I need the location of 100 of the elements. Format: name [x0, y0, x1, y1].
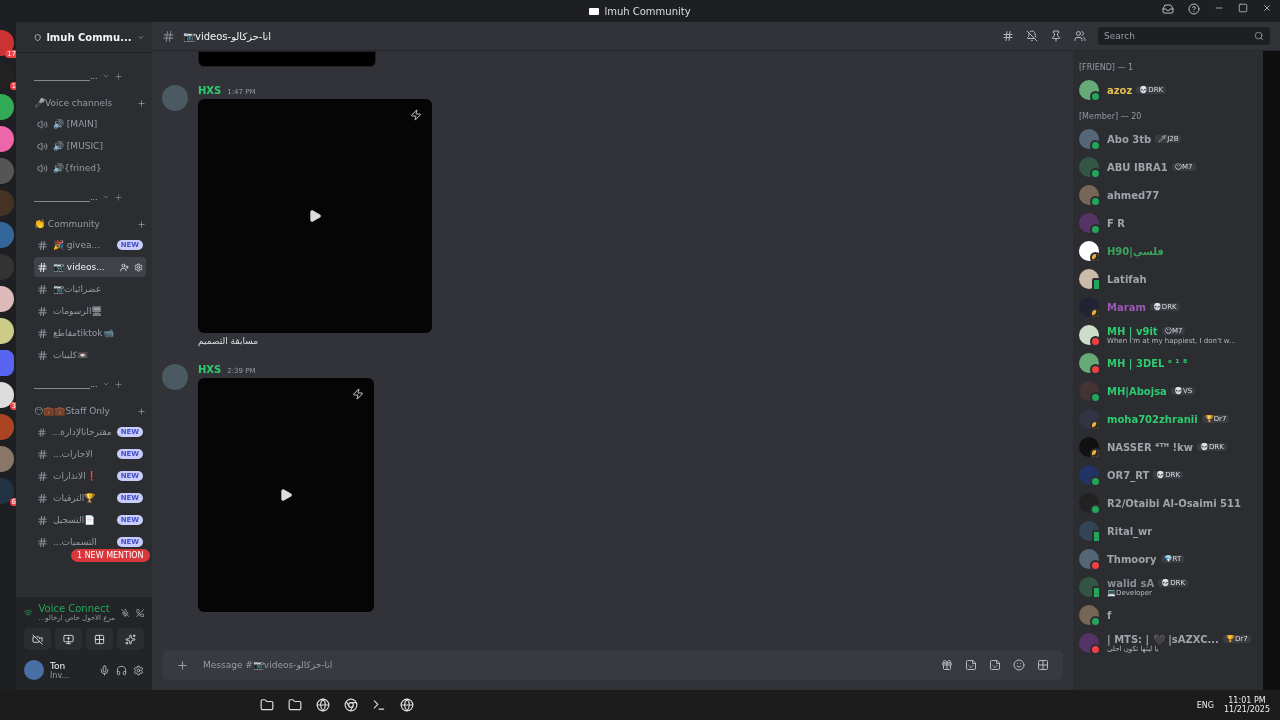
member-name[interactable]: azoz — [1107, 84, 1133, 96]
screen-share-button[interactable] — [55, 628, 82, 650]
author-name[interactable]: HXS — [198, 364, 222, 375]
folder-icon[interactable] — [260, 698, 274, 712]
member-name[interactable]: | MTS: | 🖤 |sAZXC... — [1107, 633, 1219, 645]
category-name[interactable]: 😶💼💼Staff Only — [34, 406, 134, 416]
member-name[interactable]: MH|Abojsa — [1107, 385, 1167, 397]
member-name[interactable]: H90|فلسي — [1107, 245, 1164, 257]
add-channel-icon[interactable] — [137, 98, 146, 108]
member-avatar[interactable] — [1079, 269, 1099, 289]
member-name[interactable]: walid sA — [1107, 577, 1155, 589]
search-field[interactable]: Search — [1098, 27, 1270, 45]
members-icon[interactable] — [1074, 30, 1086, 42]
member-avatar[interactable] — [1079, 297, 1099, 317]
pin-icon[interactable] — [1050, 30, 1062, 42]
speaker-icon — [37, 140, 48, 152]
camera-button[interactable] — [24, 628, 51, 650]
add-channel-icon[interactable] — [113, 379, 123, 389]
member-avatar[interactable] — [1079, 409, 1099, 429]
member-name[interactable]: R2/Otaibi Al-Osaimi 511 — [1107, 497, 1241, 509]
help-icon[interactable] — [1188, 3, 1200, 15]
message-input[interactable]: Message #📷videos-انا-حزكالو — [162, 650, 1063, 680]
channel-item[interactable]: كليبات📼 — [34, 345, 146, 365]
hash-icon — [37, 514, 48, 526]
channel-item[interactable]: 🔊 [MAIN] — [34, 114, 146, 134]
member-name[interactable]: Rital_wr — [1107, 525, 1153, 537]
member-name[interactable]: f — [1107, 609, 1112, 621]
browser-icon[interactable] — [344, 698, 358, 712]
noise-suppression-icon[interactable] — [121, 606, 130, 619]
video-thumbnail[interactable] — [198, 51, 376, 67]
add-channel-icon[interactable] — [113, 192, 123, 202]
settings-icon[interactable] — [133, 664, 144, 676]
member-name[interactable]: MH | v9it — [1107, 325, 1158, 337]
member-name[interactable]: NASSER ⁴ᵀᴴ !kw — [1107, 441, 1193, 453]
member-name[interactable]: ahmed77 — [1107, 189, 1160, 201]
terminal-icon[interactable] — [372, 698, 386, 712]
globe-icon[interactable] — [316, 698, 330, 712]
window-title: lmuh Community — [604, 5, 691, 17]
category-divider[interactable]: ______________... — [34, 71, 98, 81]
member-name[interactable]: Abo 3tb — [1107, 133, 1152, 145]
channel-item[interactable]: مقاطعtiktok📹 — [34, 323, 146, 343]
member-name[interactable]: Latifah — [1107, 273, 1147, 285]
member-avatar[interactable] — [1079, 325, 1099, 345]
apps-icon[interactable] — [1037, 659, 1049, 671]
globe-icon[interactable] — [400, 698, 414, 712]
hash-icon — [162, 29, 175, 43]
author-name[interactable]: HXS — [198, 85, 222, 96]
add-channel-icon[interactable] — [113, 71, 123, 81]
channel-item[interactable]: 🔊{frined} — [34, 158, 146, 178]
folder-icon[interactable] — [288, 698, 302, 712]
camera-off-icon — [32, 633, 43, 645]
member-name[interactable]: Thmoory — [1107, 553, 1157, 565]
member-name[interactable]: MH | 3DEL ˢ ¹ ⁸ — [1107, 357, 1188, 369]
hash-icon — [37, 448, 48, 460]
message-text: مسابقة التصميم — [198, 336, 259, 346]
member-name[interactable]: moha702zhranii — [1107, 413, 1198, 425]
channel-item[interactable]: الرسومات🖥 — [34, 301, 146, 321]
clock[interactable]: 11:01 PM 11/21/2025 — [1223, 696, 1270, 714]
mic-icon[interactable] — [99, 664, 110, 676]
chevron-down-icon — [101, 193, 110, 201]
member-name[interactable]: Maram — [1107, 301, 1146, 313]
user-avatar[interactable] — [24, 660, 44, 680]
screen-share-icon — [63, 633, 74, 645]
hash-icon — [37, 492, 48, 504]
close-icon[interactable] — [1262, 3, 1272, 13]
speaker-icon — [37, 162, 48, 174]
emoji-icon[interactable] — [1013, 659, 1025, 671]
add-channel-icon[interactable] — [137, 406, 146, 416]
invite-icon[interactable] — [120, 262, 129, 272]
member-name[interactable]: OR7_RT — [1107, 469, 1150, 481]
attach-icon[interactable] — [176, 658, 189, 672]
language-indicator[interactable]: ENG — [1196, 700, 1214, 710]
member-name[interactable]: ABU IBRA1 — [1107, 161, 1168, 173]
search-icon — [1254, 31, 1264, 41]
activities-button[interactable] — [86, 628, 113, 650]
inbox-icon[interactable] — [1162, 3, 1174, 15]
hash-icon — [37, 327, 48, 339]
category-name[interactable]: 👏 Community — [34, 219, 134, 229]
channel-item[interactable]: 🔊 [MUSIC] — [34, 136, 146, 156]
maximize-icon[interactable] — [1238, 3, 1248, 13]
play-icon[interactable] — [279, 488, 293, 502]
play-icon[interactable] — [308, 209, 322, 223]
category-divider[interactable]: ______________... — [34, 379, 98, 389]
channel-title: 📷videos-انا-حزكالو — [183, 30, 272, 42]
add-channel-icon[interactable] — [137, 219, 146, 229]
category-divider[interactable]: ______________... — [34, 192, 98, 202]
gift-icon[interactable] — [941, 659, 953, 671]
channel-item[interactable]: 📷 videos... — [34, 257, 146, 277]
category-name[interactable]: 🎤Voice channels — [34, 98, 134, 108]
mute-icon[interactable] — [1026, 30, 1038, 42]
soundboard-button[interactable] — [117, 628, 144, 650]
member-avatar[interactable] — [1079, 437, 1099, 457]
member-name[interactable]: F R — [1107, 217, 1125, 229]
member-avatar[interactable] — [1079, 241, 1099, 261]
sticker-icon[interactable] — [989, 659, 1001, 671]
disconnect-icon[interactable] — [135, 606, 144, 619]
hash-icon — [37, 349, 48, 361]
new-mention-pill[interactable]: 1 NEW MENTION — [71, 549, 150, 562]
lightning-icon — [352, 388, 364, 400]
headphones-icon[interactable] — [116, 664, 127, 676]
